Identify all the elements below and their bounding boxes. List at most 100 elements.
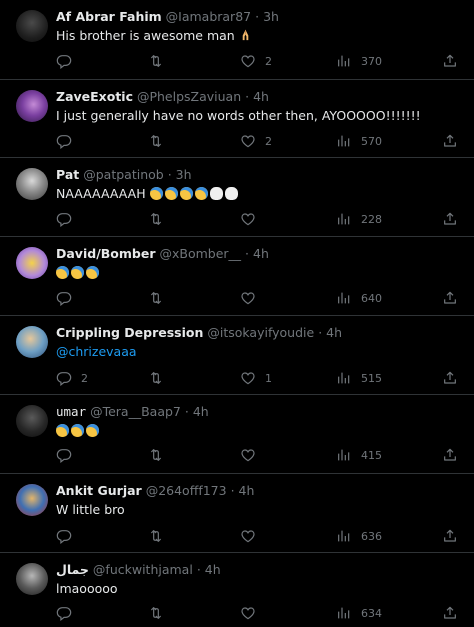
like-count: 2 (265, 54, 272, 68)
share-button[interactable] (442, 289, 458, 307)
share-button[interactable] (442, 210, 458, 228)
retweet-button[interactable] (148, 210, 164, 228)
author-handle[interactable]: @fuckwithjamal (93, 562, 193, 577)
like-button[interactable] (240, 527, 265, 545)
reply-button[interactable] (56, 289, 81, 307)
retweet-button[interactable] (148, 527, 164, 545)
avatar[interactable] (16, 90, 48, 122)
tweet-text: I just generally have no words other the… (56, 108, 421, 123)
author-name[interactable]: Pat (56, 167, 79, 182)
heart-icon (240, 370, 256, 386)
like-button[interactable] (240, 289, 265, 307)
like-button[interactable]: 2 (240, 132, 272, 150)
like-button[interactable] (240, 604, 265, 622)
avatar[interactable] (16, 484, 48, 516)
avatar[interactable] (16, 10, 48, 42)
author-name[interactable]: umar (56, 404, 86, 419)
author-handle[interactable]: @PhelpsZaviuan (137, 89, 241, 104)
timestamp[interactable]: 4h (193, 404, 209, 419)
author-name[interactable]: Af Abrar Fahim (56, 9, 162, 24)
tweet-card[interactable]: umar @Tera__Baap7 · 4h 415 (0, 395, 474, 474)
mention-link[interactable]: @chrizevaaa (56, 344, 137, 360)
heart-icon (240, 290, 256, 306)
like-button[interactable] (240, 210, 265, 228)
reply-button[interactable] (56, 132, 81, 150)
retweet-button[interactable] (148, 52, 164, 70)
retweet-icon (148, 528, 164, 544)
view-count: 570 (361, 134, 382, 148)
author-handle[interactable]: @patpatinob (83, 167, 163, 182)
timestamp[interactable]: 3h (176, 167, 192, 182)
views-button[interactable]: 570 (336, 132, 382, 150)
tweet-card[interactable]: Af Abrar Fahim @Iamabrar87 · 3h His brot… (0, 0, 474, 80)
avatar[interactable] (16, 563, 48, 595)
timestamp[interactable]: 4h (326, 325, 342, 340)
views-icon (336, 370, 352, 386)
tweet-card[interactable]: Crippling Depression @itsokayifyoudie · … (0, 316, 474, 395)
avatar[interactable] (16, 168, 48, 200)
tweet-text (56, 423, 101, 439)
views-icon (336, 53, 352, 69)
retweet-button[interactable] (148, 289, 164, 307)
author-name[interactable]: ZaveExotic (56, 89, 133, 104)
reply-button[interactable] (56, 527, 81, 545)
share-button[interactable] (442, 369, 458, 387)
heart-icon (240, 133, 256, 149)
author-handle[interactable]: @Iamabrar87 (166, 9, 251, 24)
views-button[interactable]: 636 (336, 527, 382, 545)
folded-hands-emoji-icon (242, 29, 249, 41)
retweet-button[interactable] (148, 446, 164, 464)
view-count: 640 (361, 291, 382, 305)
timestamp[interactable]: 4h (253, 246, 269, 261)
views-button[interactable]: 634 (336, 604, 382, 622)
views-button[interactable]: 640 (336, 289, 382, 307)
author-name[interactable]: Crippling Depression (56, 325, 203, 340)
avatar[interactable] (16, 247, 48, 279)
like-button[interactable] (240, 446, 265, 464)
share-icon (442, 211, 458, 227)
tweet-card[interactable]: Ankit Gurjar @264offf173 · 4h W little b… (0, 474, 474, 553)
reply-button[interactable] (56, 210, 81, 228)
avatar[interactable] (16, 405, 48, 437)
tweet-card[interactable]: ZaveExotic @PhelpsZaviuan · 4h I just ge… (0, 80, 474, 158)
loudly-crying-emoji-icon (164, 187, 178, 200)
views-button[interactable]: 228 (336, 210, 382, 228)
views-icon (336, 290, 352, 306)
tweet-card[interactable]: David/Bomber @xBomber__ · 4h 640 (0, 237, 474, 316)
retweet-button[interactable] (148, 604, 164, 622)
like-button[interactable]: 2 (240, 52, 272, 70)
avatar[interactable] (16, 326, 48, 358)
author-handle[interactable]: @xBomber__ (159, 246, 241, 261)
author-name[interactable]: Ankit Gurjar (56, 483, 142, 498)
timestamp[interactable]: 4h (253, 89, 269, 104)
tweet-card[interactable]: Pat @patpatinob · 3h NAAAAAAAAH 228 (0, 158, 474, 237)
share-button[interactable] (442, 604, 458, 622)
views-button[interactable]: 370 (336, 52, 382, 70)
author-name[interactable]: جمال (56, 562, 89, 577)
reply-button[interactable] (56, 446, 81, 464)
retweet-button[interactable] (148, 369, 164, 387)
timestamp[interactable]: 3h (263, 9, 279, 24)
tweet-card[interactable]: جمال @fuckwithjamal · 4h lmaooooo 634 (0, 553, 474, 627)
author-handle[interactable]: @Tera__Baap7 (90, 404, 181, 419)
like-button[interactable]: 1 (240, 369, 272, 387)
views-button[interactable]: 415 (336, 446, 382, 464)
separator-dot: · (184, 404, 189, 419)
share-button[interactable] (442, 132, 458, 150)
author-name[interactable]: David/Bomber (56, 246, 156, 261)
reply-button[interactable]: 2 (56, 369, 88, 387)
views-button[interactable]: 515 (336, 369, 382, 387)
share-button[interactable] (442, 527, 458, 545)
reply-button[interactable] (56, 52, 81, 70)
author-handle[interactable]: @264offf173 (146, 483, 227, 498)
author-handle[interactable]: @itsokayifyoudie (207, 325, 314, 340)
view-count: 415 (361, 448, 382, 462)
share-button[interactable] (442, 52, 458, 70)
share-button[interactable] (442, 446, 458, 464)
tweet-header: Ankit Gurjar @264offf173 · 4h (56, 483, 254, 499)
timestamp[interactable]: 4h (205, 562, 221, 577)
retweet-icon (148, 211, 164, 227)
timestamp[interactable]: 4h (239, 483, 255, 498)
retweet-button[interactable] (148, 132, 164, 150)
reply-button[interactable] (56, 604, 81, 622)
